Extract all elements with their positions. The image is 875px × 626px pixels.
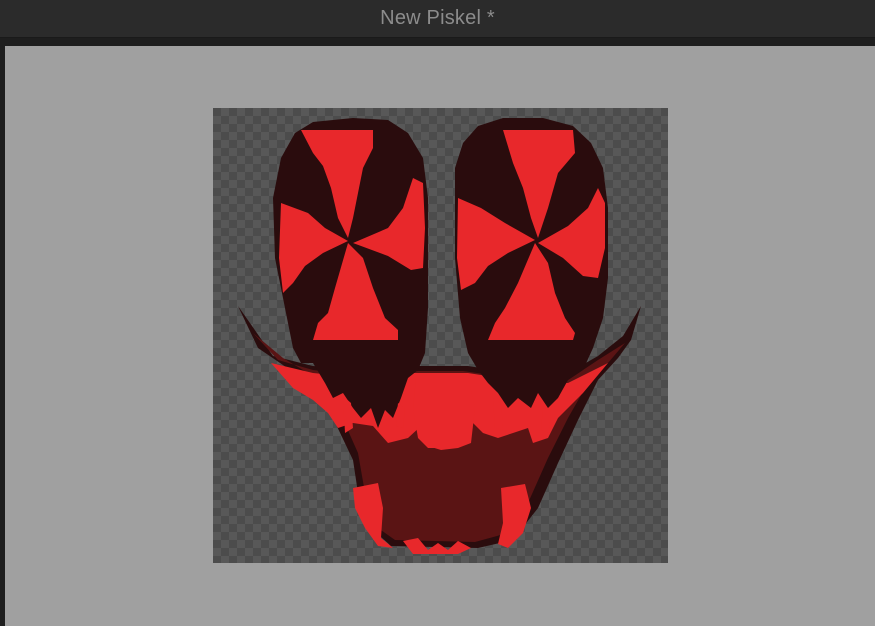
title-bar: New Piskel *: [0, 0, 875, 38]
pixel-art-drawing: [238, 118, 641, 554]
document-title: New Piskel *: [380, 7, 495, 29]
drawing-workspace[interactable]: [5, 46, 875, 626]
lower-tooth-right: [498, 484, 531, 548]
center-tooth: [413, 378, 475, 448]
drawing-canvas[interactable]: [213, 108, 668, 563]
